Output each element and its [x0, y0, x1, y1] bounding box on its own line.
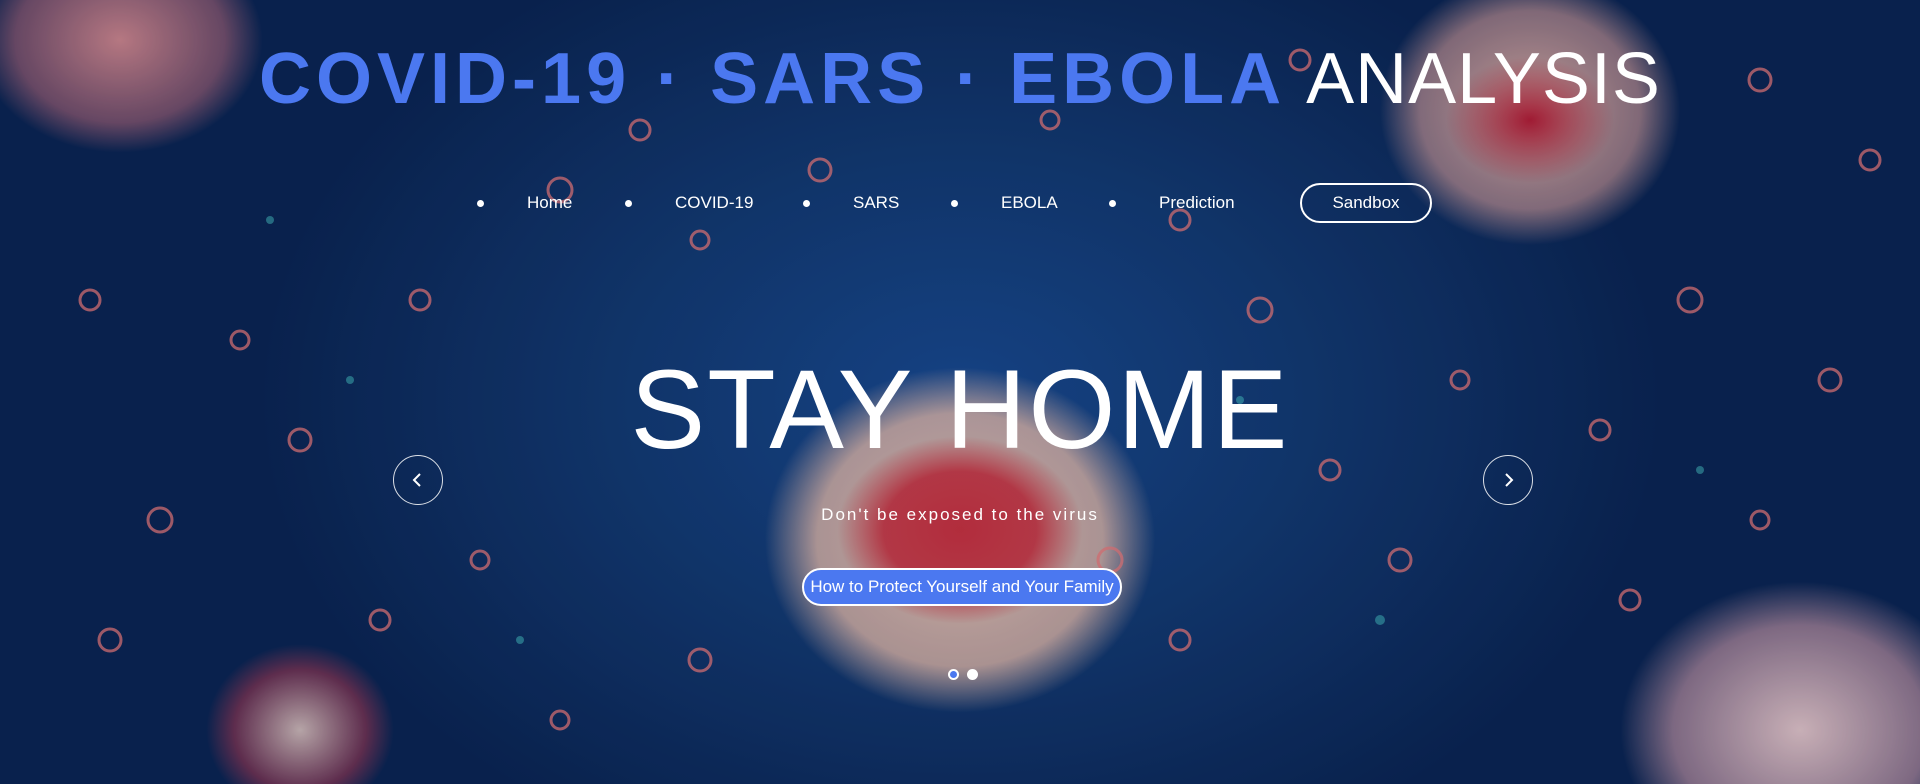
nav-item-ebola[interactable]: EBOLA	[1001, 183, 1058, 223]
carousel-dot-2[interactable]	[967, 669, 978, 680]
carousel-indicators	[948, 669, 978, 681]
nav-bullet-icon	[803, 200, 810, 207]
nav-item-covid-19[interactable]: COVID-19	[675, 183, 753, 223]
chevron-right-icon	[1505, 473, 1514, 487]
nav-bullet-icon	[1109, 200, 1116, 207]
nav-item-sars[interactable]: SARS	[853, 183, 899, 223]
hero-subtitle: Don't be exposed to the virus	[821, 505, 1099, 524]
nav-bullet-icon	[951, 200, 958, 207]
site-title-accent: COVID-19 · SARS · EBOLA	[259, 39, 1287, 119]
nav-item-prediction[interactable]: Prediction	[1159, 183, 1235, 223]
sandbox-button[interactable]: Sandbox	[1300, 183, 1432, 223]
site-title: COVID-19 · SARS · EBOLA ANALYSIS	[0, 38, 1920, 120]
chevron-left-icon	[412, 473, 421, 487]
carousel-prev-button[interactable]	[393, 455, 443, 505]
nav-bullet-icon	[477, 200, 484, 207]
protect-yourself-button[interactable]: How to Protect Yourself and Your Family	[802, 568, 1122, 606]
nav-bullet-icon	[625, 200, 632, 207]
carousel-next-button[interactable]	[1483, 455, 1533, 505]
carousel-dot-1[interactable]	[948, 669, 959, 680]
nav-item-home[interactable]: Home	[527, 183, 572, 223]
hero-title: STAY HOME	[630, 347, 1290, 472]
site-title-plain: ANALYSIS	[1306, 39, 1661, 119]
main-navigation: Home COVID-19 SARS EBOLA Prediction Sand…	[0, 183, 1920, 223]
